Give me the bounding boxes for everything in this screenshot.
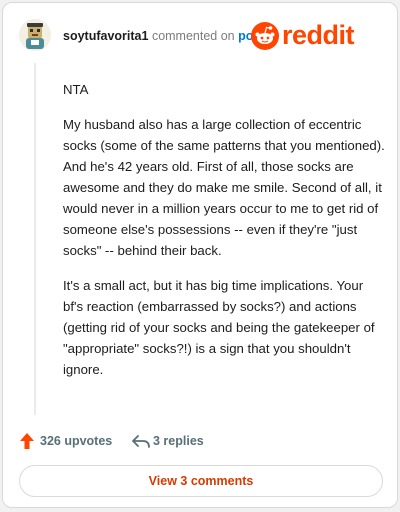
comment-body: NTA My husband also has a large collecti…: [63, 79, 385, 394]
comment-paragraph: NTA: [63, 82, 89, 97]
action-text: commented on: [151, 29, 235, 43]
reddit-wordmark: reddit: [282, 20, 355, 50]
comment-paragraph: My husband also has a large collection o…: [63, 117, 385, 258]
upvote-count: 326 upvotes: [40, 434, 113, 448]
avatar-image: [19, 19, 51, 51]
comment-meta: soytufavorita1 commented on post: [63, 29, 265, 43]
reply-arrow-icon[interactable]: [131, 432, 151, 450]
view-comments-button[interactable]: View 3 comments: [19, 465, 383, 497]
avatar[interactable]: [19, 19, 51, 51]
thread-line: [34, 63, 36, 415]
upvote-arrow-icon[interactable]: [19, 432, 35, 450]
comment-paragraph: It's a small act, but it has big time im…: [63, 278, 375, 377]
comment-header: soytufavorita1 commented on post reddit: [19, 19, 383, 51]
username[interactable]: soytufavorita1: [63, 29, 148, 43]
comment-footer: 326 upvotes 3 replies: [19, 431, 383, 451]
comment-card: soytufavorita1 commented on post reddit …: [2, 2, 398, 508]
reddit-logo[interactable]: reddit: [251, 20, 383, 50]
reply-count[interactable]: 3 replies: [153, 434, 204, 448]
reddit-logo-icon: [251, 22, 279, 50]
